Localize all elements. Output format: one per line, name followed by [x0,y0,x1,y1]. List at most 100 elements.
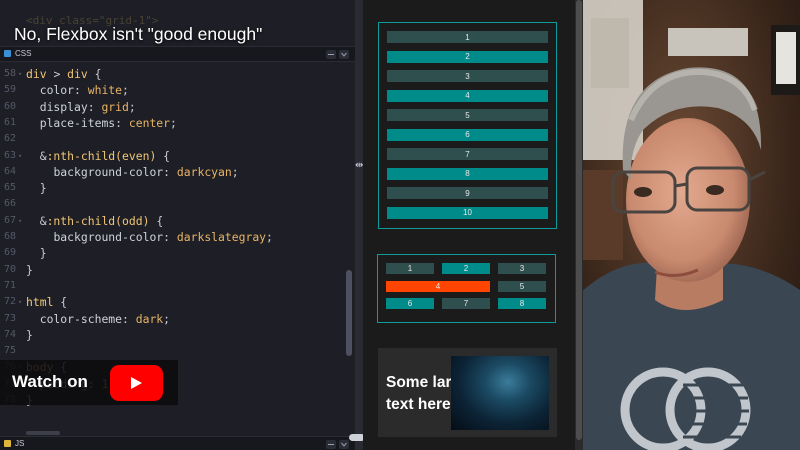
code-line[interactable]: 64 background-color: darkcyan; [0,164,350,180]
js-panel-header: JS [0,436,355,450]
line-number: 60 [3,100,16,112]
grid-one-cell: 2 [387,50,548,63]
grid-one-cell: 6 [387,128,548,141]
line-number: 74 [3,328,16,340]
play-icon [131,377,142,389]
settings-button[interactable] [326,50,336,59]
preview-scrollbar[interactable] [575,0,583,450]
code-text: place-items: center; [39,115,177,130]
code-line[interactable]: 62 [0,131,350,147]
editor-horizontal-scrollbar[interactable] [26,431,60,435]
drag-handle-icon[interactable]: ⇹ [355,160,363,171]
code-text: background-color: darkslategray; [53,230,273,244]
editor-scrollbar[interactable] [346,270,352,356]
line-number: 62 [3,133,16,145]
grid-one-cell: 10 [387,206,548,219]
code-editor[interactable]: <div class="grid-1"> CSS 58 ▾ div > div {5… [0,0,355,450]
css-file-icon [4,50,11,57]
code-line[interactable]: 66 [0,196,350,212]
line-number: 68 [3,231,16,242]
code-line[interactable]: 70} [0,262,350,278]
code-line[interactable]: 71 [0,278,350,294]
fold-arrow-icon[interactable]: ▾ [18,148,22,164]
css-tab[interactable]: CSS [4,49,31,58]
grid-two-cell: 1 [386,263,434,274]
grid-one-cell: 3 [387,70,548,82]
line-number: 66 [3,198,16,210]
css-tab-label: CSS [15,49,32,58]
chevron-down-icon [341,52,347,57]
line-number: 59 [3,84,16,96]
fold-arrow-icon[interactable]: ▾ [18,213,22,229]
nebula-image [451,356,549,430]
code-text: color: white; [39,83,129,98]
code-text: display: grid; [39,99,136,114]
video-title[interactable]: No, Flexbox isn't "good enough" [14,24,262,45]
line-number: 58 [3,68,16,79]
watch-on-youtube-button[interactable]: Watch on [0,360,178,405]
grid-two-cell: 2 [442,263,490,274]
grid-two-cell: 7 [442,298,490,309]
code-line[interactable]: 75 [0,343,350,359]
line-number: 70 [3,263,16,275]
line-number: 73 [3,312,16,324]
code-text: } [39,181,47,196]
line-number: 71 [3,279,16,291]
js-collapse-button[interactable] [339,440,349,449]
code-line[interactable]: 72 ▾ html { [0,294,350,310]
code-text: &:nth-child(even) { [39,148,171,163]
fold-arrow-icon[interactable]: ▾ [18,294,22,310]
fold-arrow-icon[interactable]: ▾ [18,66,22,82]
code-line[interactable]: 61 place-items: center; [0,115,350,131]
code-text: div > div { [26,67,102,81]
preview-pane[interactable]: 1 2 3 4 5 6 7 8 9 10 12345678 Some larger text he… [363,0,575,450]
gear-icon [328,54,334,55]
code-line[interactable]: 69 } [0,245,350,261]
code-line[interactable]: 63 ▾ &:nth-child(even) { [0,148,350,164]
code-line[interactable]: 68 background-color: darkslategray; [0,229,350,245]
grid-two-cell: 3 [498,263,546,274]
grid-one-cell: 5 [387,109,548,121]
grid-two: 12345 678 [377,254,556,323]
js-tab-label: JS [15,439,25,448]
line-number: 75 [3,345,16,357]
grid-one-cell: 9 [387,187,548,199]
code-text: } [26,262,33,277]
line-number: 61 [3,116,16,128]
watch-on-label: Watch on [12,372,88,391]
grid-one-cell: 7 [387,148,548,160]
code-line[interactable]: 73 color-scheme: dark; [0,311,350,327]
collapse-button[interactable] [339,50,349,59]
code-text: &:nth-child(odd) { [39,213,164,228]
larger-text-card: Some larger text here [378,348,557,437]
line-number: 69 [3,247,16,259]
grid-one-cell: 1 [387,31,548,43]
code-line[interactable]: 65 } [0,180,350,196]
css-panel-header: CSS [0,46,355,62]
grid-two-cell: 8 [498,298,546,309]
chevron-down-icon [341,442,347,447]
line-number: 72 [3,296,16,308]
code-line[interactable]: 58 ▾ div > div { [0,66,350,82]
webcam-feed [583,0,800,450]
js-file-icon [4,440,11,447]
presenter-photo [583,0,800,450]
code-text: html { [26,295,68,310]
grid-two-cell: 5 [498,280,546,292]
preview-scrollbar-thumb[interactable] [576,0,582,440]
grid-one: 1 2 3 4 5 6 7 8 9 10 [378,22,557,229]
code-text: background-color: darkcyan; [53,164,239,179]
gear-icon [328,444,334,445]
grid-one-cell: 4 [387,89,548,102]
code-line[interactable]: 60 display: grid; [0,99,350,115]
youtube-logo [110,365,163,401]
js-settings-button[interactable] [326,440,336,449]
code-line[interactable]: 67 ▾ &:nth-child(odd) { [0,213,350,229]
code-line[interactable]: 59 color: white; [0,82,350,98]
code-line[interactable]: 74} [0,327,350,343]
js-tab[interactable]: JS [4,439,24,448]
line-number: 63 [3,149,16,161]
pane-splitter[interactable]: ⇹ [355,0,363,450]
line-number: 64 [3,165,16,177]
line-number: 67 [3,214,16,226]
